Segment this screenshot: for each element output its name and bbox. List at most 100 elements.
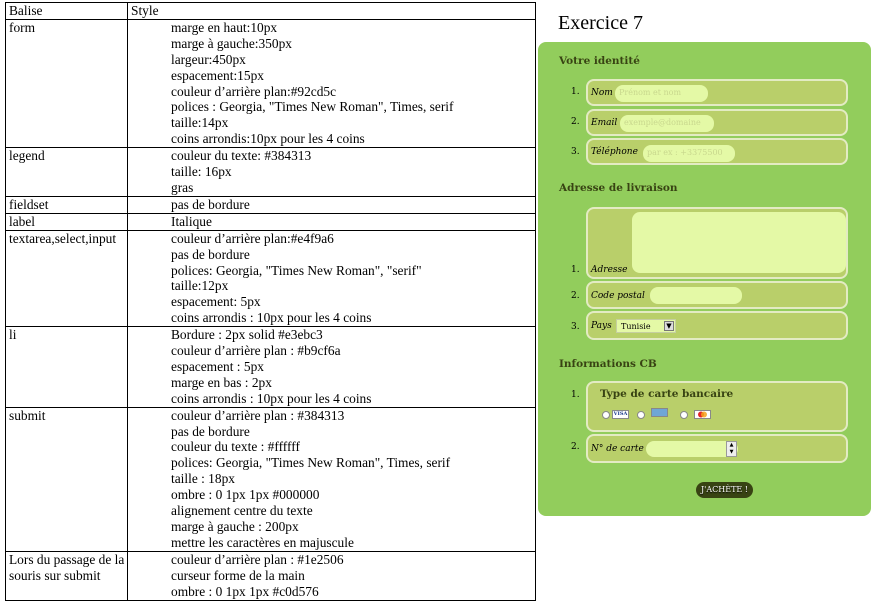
table-row: legend couleur du texte: #384313 taille: 1… [5,147,536,197]
style-line: marge à gauche : 200px [171,519,299,534]
style-line: marge en haut:10px [171,19,278,35]
style-line: marge en bas : 2px [171,374,272,390]
adresse-textarea[interactable] [632,212,846,273]
email-label: Email [591,118,618,128]
balise-cell: submit [5,406,128,552]
style-cell: pas de bordure [127,195,536,214]
table-row: fieldset pas de bordure [5,195,536,214]
style-line: pas de bordure [171,423,250,439]
item-number: 2. [571,291,580,301]
list-item-email: Email exemple@domaine [586,109,848,136]
table-header-row: Balise Style [5,2,536,20]
radio-visa[interactable] [602,411,610,419]
style-line: couleur d’arrière plan : #384313 [171,407,345,423]
item-number: 2. [571,117,580,127]
chevron-down-icon[interactable]: ▼ [664,321,674,331]
balise-cell: textarea,select,input [5,229,128,328]
style-line: couleur d’arrière plan : #b9cf6a [171,343,341,359]
list-item-card-number: N° de carte ▲ ▼ [586,434,848,463]
style-line: taille : 18px [171,471,235,487]
style-cell: couleur d’arrière plan : #384313 pas de b… [127,406,536,552]
mastercard-icon [694,410,711,419]
style-line: coins arrondis : 10px pour les 4 coins [171,310,372,326]
table-row: form marge en haut:10px marge à gauche:350… [5,18,536,149]
telephone-input[interactable]: par ex : +3375500 [643,145,735,162]
style-line: mettre les caractères en majuscule [171,534,354,550]
style-line: Italique [171,213,212,229]
balise-cell: legend [5,147,128,197]
style-line: couleur du texte: #384313 [171,148,312,164]
style-line: alignement centre du texte [171,503,313,519]
table-row: label Italique [5,212,536,231]
radio-amex[interactable] [637,411,645,419]
table-row: Lors du passage de la souris sur submit c… [5,550,536,601]
style-cell: Italique [127,212,536,231]
style-line: coins arrondis : 10px pour les 4 coins [171,390,372,406]
style-line: pas de bordure [171,246,250,262]
style-line: pas de bordure [171,196,250,212]
style-line: curseur forme de la main [171,567,305,583]
item-number: 3. [571,147,580,157]
style-line: ombre : 0 1px 1px #000000 [171,487,320,503]
header-style: Style [127,2,536,20]
legend-payment: Informations CB [559,358,657,370]
style-line: largeur:450px [171,51,246,67]
balise-cell: li [5,326,128,408]
style-line: polices: Georgia, "Times New Roman", "se… [171,262,422,278]
pays-select[interactable]: Tunisie ▼ [616,319,676,333]
style-cell: couleur du texte: #384313 taille: 16px gra… [127,147,536,197]
card-number-label: N° de carte [591,444,644,454]
balise-cell: label [5,212,128,231]
table-row: textarea,select,input couleur d’arrière p… [5,229,536,328]
item-number: 1. [571,265,580,275]
number-spinner[interactable]: ▲ ▼ [726,441,737,457]
card-number-input[interactable] [646,441,738,457]
style-line: polices: Georgia, "Times New Roman", Tim… [171,455,451,471]
style-line: espacement: 5px [171,294,261,310]
pays-label: Pays [591,321,612,331]
list-item-adresse: Adresse [586,207,848,279]
legend-delivery: Adresse de livraison [559,182,678,194]
style-line: couleur d’arrière plan:#92cd5c [171,83,337,99]
email-input[interactable]: exemple@domaine [620,115,714,132]
list-item-pays: Pays Tunisie ▼ [586,311,848,340]
style-line: Bordure : 2px solid #e3ebc3 [171,327,323,343]
list-item-code-postal: Code postal [586,281,848,309]
table-row: submit couleur d’arrière plan : #384313 pa… [5,406,536,552]
nom-label: Nom [591,88,613,98]
style-spec-table: Balise Style form marge en haut:10px marge… [5,2,536,601]
order-form: Votre identité 1. Nom Prénom et nom 2. E… [538,42,871,516]
mastercard-circles-icon [698,411,707,418]
submit-button[interactable]: J'achète ! [696,482,753,498]
style-line: ombre : 0 1px 1px #c0d576 [171,583,319,599]
style-cell: couleur d’arrière plan : #1e2506 curseur … [127,550,536,601]
style-line: couleur d’arrière plan : #1e2506 [171,551,344,567]
radio-mastercard[interactable] [680,411,688,419]
telephone-label: Téléphone [591,147,638,157]
item-number: 2. [571,442,580,452]
style-line: coins arrondis:10px pour les 4 coins [171,131,365,147]
exercise-title: Exercice 7 [558,12,643,34]
list-item-card-type: Type de carte bancaire VISA [586,381,848,432]
style-line: taille: 16px [171,164,232,180]
style-line: marge à gauche:350px [171,35,292,51]
style-line: taille:12px [171,278,229,294]
style-line: couleur d’arrière plan:#e4f9a6 [171,230,334,246]
style-line: espacement : 5px [171,358,264,374]
code-postal-label: Code postal [591,291,645,301]
style-cell: marge en haut:10px marge à gauche:350px la… [127,18,536,149]
item-number: 1. [571,390,580,400]
nom-input[interactable]: Prénom et nom [615,85,708,102]
adresse-label: Adresse [591,265,628,275]
amex-icon [651,408,668,417]
style-line: gras [171,179,194,195]
style-line: espacement:15px [171,67,264,83]
style-cell: couleur d’arrière plan:#e4f9a6 pas de bor… [127,229,536,328]
legend-identity: Votre identité [559,55,640,67]
style-line: couleur du texte : #ffffff [171,439,300,455]
code-postal-input[interactable] [650,287,742,304]
style-cell: Bordure : 2px solid #e3ebc3 couleur d’arr… [127,326,536,408]
item-number: 3. [571,322,580,332]
balise-cell: fieldset [5,195,128,214]
visa-icon: VISA [612,410,629,419]
